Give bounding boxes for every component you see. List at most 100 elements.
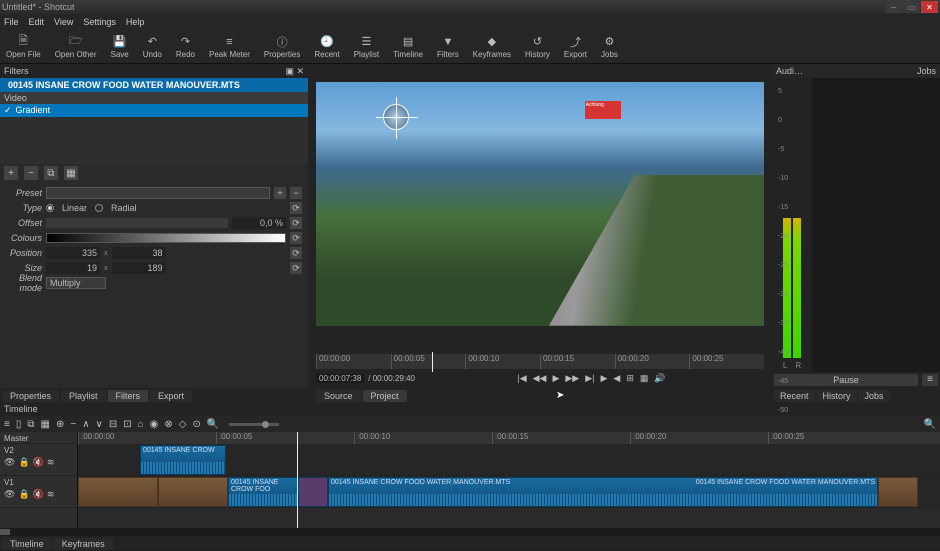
track-v1-header[interactable]: V1 👁 🔒 🔇 ≋ bbox=[0, 476, 77, 508]
zoom-fit-button[interactable]: ⊞ bbox=[626, 373, 634, 384]
tool-save[interactable]: 💾Save bbox=[111, 35, 129, 59]
tab-jobs[interactable]: Jobs bbox=[859, 390, 890, 402]
remove-filter-button[interactable]: − bbox=[24, 166, 38, 180]
play-button[interactable]: ▶ bbox=[552, 373, 559, 384]
tl-zoom-fit-button[interactable]: 🔍 bbox=[924, 419, 936, 430]
radio-radial[interactable] bbox=[95, 204, 103, 212]
skip-prev-button[interactable]: ◀◀ bbox=[533, 373, 547, 384]
position-y[interactable]: 38 bbox=[112, 247, 166, 259]
skip-end-button[interactable]: ▶| bbox=[585, 373, 594, 384]
tl-paste-button[interactable]: ▦ bbox=[41, 419, 50, 430]
clip-title-bar[interactable]: 00145 INSANE CROW FOOD WATER MANOUVER.MT… bbox=[0, 78, 308, 92]
tab-keyframes[interactable]: Keyframes bbox=[54, 538, 113, 550]
tl-lift-button[interactable]: ∧ bbox=[82, 419, 89, 430]
tl-zoom-icon[interactable]: 🔍 bbox=[207, 419, 219, 430]
size-y[interactable]: 189 bbox=[112, 262, 166, 274]
size-reset-button[interactable]: ⟳ bbox=[290, 262, 302, 274]
tool-playlist[interactable]: ☰Playlist bbox=[354, 35, 379, 59]
video-preview[interactable]: Achtung bbox=[316, 82, 764, 326]
tool-timeline[interactable]: ▤Timeline bbox=[393, 35, 423, 59]
jobs-tab-label[interactable]: Jobs bbox=[917, 66, 936, 76]
tl-ripple-markers-button[interactable]: ◇ bbox=[179, 419, 187, 430]
filter-item-gradient[interactable]: ✓ Gradient bbox=[0, 104, 308, 117]
tool-export[interactable]: ⤴Export bbox=[564, 35, 587, 59]
skip-next-button[interactable]: ▶▶ bbox=[565, 373, 579, 384]
timeline-body[interactable]: :00:00:00:00:00:05 :00:00:10:00:00:15 :0… bbox=[78, 432, 940, 528]
clip-v2[interactable]: 00145 INSANE CROW bbox=[140, 445, 226, 475]
v1-wave-icon[interactable]: ≋ bbox=[47, 489, 55, 500]
v2-mute-icon[interactable]: 🔇 bbox=[33, 457, 44, 468]
tool-undo[interactable]: ↶Undo bbox=[143, 35, 162, 59]
gradient-handle[interactable] bbox=[383, 104, 409, 130]
tool-peak-meter[interactable]: ≡Peak Meter bbox=[209, 35, 250, 59]
size-x[interactable]: 19 bbox=[46, 262, 100, 274]
clip-v1b[interactable]: 00145 INSANE CROW FOOD WATER MANOUVER.MT… bbox=[328, 477, 878, 507]
v1-eye-icon[interactable]: 👁 bbox=[4, 489, 15, 500]
timeline-scrollbar[interactable] bbox=[0, 528, 940, 536]
preset-add-button[interactable]: + bbox=[274, 187, 286, 199]
tab-history[interactable]: History bbox=[817, 390, 857, 402]
tool-jobs[interactable]: ⚙Jobs bbox=[601, 35, 618, 59]
tab-project[interactable]: Project bbox=[363, 390, 407, 402]
type-reset-button[interactable]: ⟳ bbox=[290, 202, 302, 214]
jobs-menu-button[interactable]: ≡ bbox=[922, 374, 938, 386]
current-time[interactable]: 00:00:07:38 bbox=[316, 374, 364, 383]
pause-button[interactable]: Pause bbox=[774, 374, 918, 386]
position-x[interactable]: 335 bbox=[46, 247, 100, 259]
v2-lock-icon[interactable]: 🔒 bbox=[18, 457, 29, 468]
minimize-button[interactable]: – bbox=[885, 1, 902, 13]
position-reset-button[interactable]: ⟳ bbox=[290, 247, 302, 259]
tool-open-file[interactable]: 🗎Open File bbox=[6, 35, 41, 59]
in-point-button[interactable]: ▶ bbox=[601, 373, 608, 384]
tl-copy-button[interactable]: ⧉ bbox=[27, 419, 34, 430]
colours-reset-button[interactable]: ⟳ bbox=[290, 232, 302, 244]
clip-transition[interactable] bbox=[298, 477, 328, 507]
clip-v1-thumb[interactable] bbox=[78, 477, 158, 507]
preview-playhead[interactable] bbox=[432, 352, 433, 372]
tab-properties[interactable]: Properties bbox=[2, 390, 59, 402]
maximize-button[interactable]: ▭ bbox=[903, 1, 920, 13]
paste-filter-button[interactable]: ▦ bbox=[64, 166, 78, 180]
tl-zoom-out-button[interactable]: ⊙ bbox=[193, 419, 201, 430]
skip-start-button[interactable]: |◀ bbox=[517, 373, 526, 384]
v2-wave-icon[interactable]: ≋ bbox=[47, 457, 55, 468]
menu-settings[interactable]: Settings bbox=[83, 17, 116, 27]
colours-gradient[interactable] bbox=[46, 233, 286, 243]
tool-recent[interactable]: 🕘Recent bbox=[314, 35, 339, 59]
copy-filter-button[interactable]: ⧉ bbox=[44, 166, 58, 180]
preset-combo[interactable] bbox=[46, 187, 270, 199]
tl-cut-button[interactable]: ▯ bbox=[16, 419, 22, 430]
out-point-button[interactable]: ◀ bbox=[613, 373, 620, 384]
offset-value[interactable]: 0,0 % bbox=[232, 217, 286, 229]
tl-split-button[interactable]: ⊟ bbox=[109, 419, 117, 430]
v2-eye-icon[interactable]: 👁 bbox=[4, 457, 15, 468]
tl-overwrite-button[interactable]: ∨ bbox=[96, 419, 103, 430]
tl-ripple-all-button[interactable]: ⊗ bbox=[164, 419, 172, 430]
blend-combo[interactable]: Multiply bbox=[46, 277, 106, 289]
tl-zoom-slider[interactable] bbox=[229, 423, 279, 426]
tool-filters[interactable]: ▼Filters bbox=[437, 35, 459, 59]
timeline-playhead[interactable] bbox=[297, 432, 298, 528]
track-v2-lane[interactable]: 00145 INSANE CROW bbox=[78, 444, 940, 476]
tab-playlist[interactable]: Playlist bbox=[61, 390, 106, 402]
v1-lock-icon[interactable]: 🔒 bbox=[18, 489, 29, 500]
v1-mute-icon[interactable]: 🔇 bbox=[33, 489, 44, 500]
tab-source[interactable]: Source bbox=[316, 390, 361, 402]
tl-menu-button[interactable]: ≡ bbox=[4, 419, 10, 430]
clip-v1a[interactable]: 00145 INSANE CROW FOO bbox=[228, 477, 298, 507]
offset-slider[interactable] bbox=[46, 218, 228, 228]
menu-file[interactable]: File bbox=[4, 17, 19, 27]
tl-ripple-button[interactable]: ◉ bbox=[150, 419, 159, 430]
preview-ruler[interactable]: 00:00:00 00:00:05 00:00:10 00:00:15 00:0… bbox=[316, 354, 764, 369]
tl-scrub-button[interactable]: ⌂ bbox=[138, 419, 144, 430]
tl-snap-button[interactable]: ⊡ bbox=[123, 419, 131, 430]
audio-tab-label[interactable]: Audi… bbox=[776, 66, 803, 76]
timeline-ruler[interactable]: :00:00:00:00:00:05 :00:00:10:00:00:15 :0… bbox=[78, 432, 940, 444]
clip-v1-thumb3[interactable] bbox=[878, 477, 918, 507]
tool-redo[interactable]: ↷Redo bbox=[176, 35, 195, 59]
volume-button[interactable]: 🔊 bbox=[654, 373, 665, 384]
tab-filters[interactable]: Filters bbox=[108, 390, 149, 402]
add-filter-button[interactable]: + bbox=[4, 166, 18, 180]
track-v1-lane[interactable]: 00145 INSANE CROW FOO 00145 INSANE CROW … bbox=[78, 476, 940, 508]
track-v2-header[interactable]: V2 👁 🔒 🔇 ≋ bbox=[0, 444, 77, 476]
